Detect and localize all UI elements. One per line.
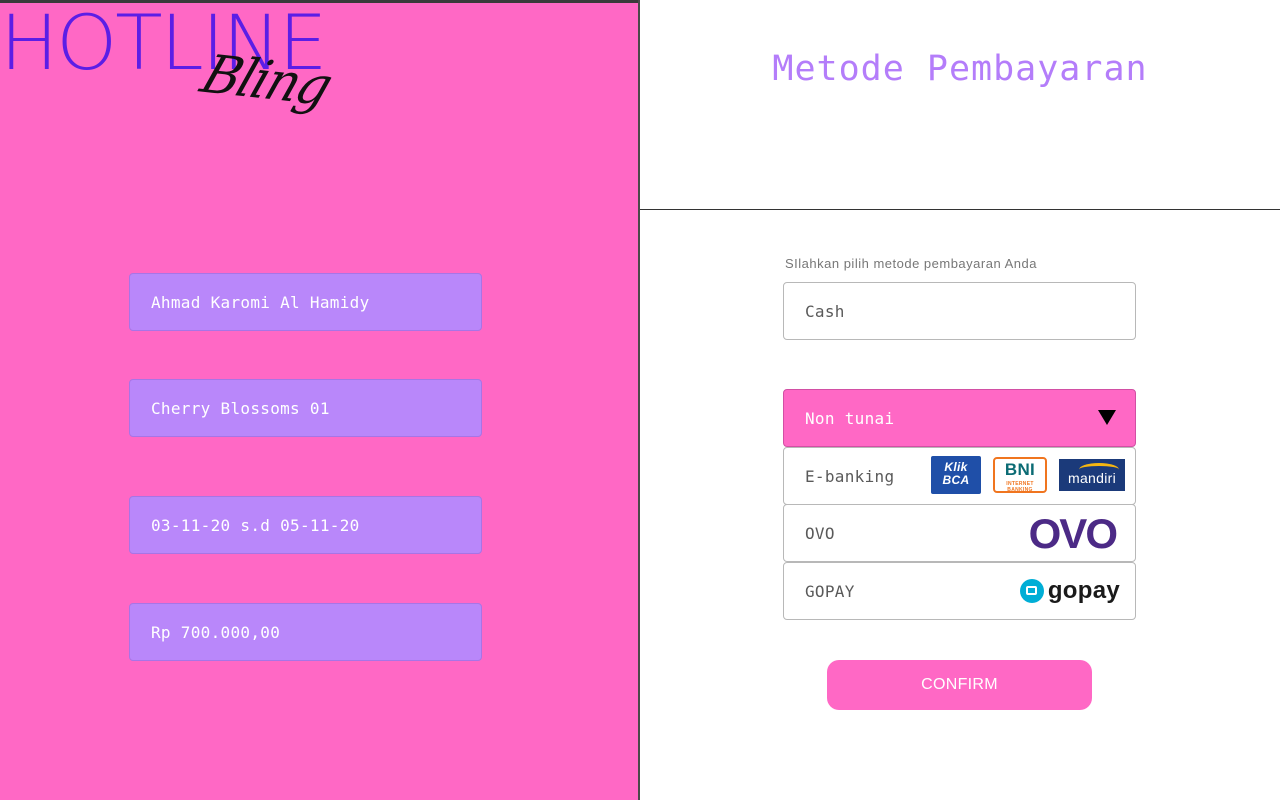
wallet-icon xyxy=(1019,579,1044,603)
noncash-dropdown[interactable]: Non tunai xyxy=(783,389,1136,447)
cash-option-label: Cash xyxy=(805,301,845,321)
booking-panel: HOTLINE Bling Ahmad Karomi Al Hamidy Che… xyxy=(0,0,638,800)
mandiri-logo: mandiri xyxy=(1059,459,1125,491)
bni-logo: BNI INTERNET BANKING xyxy=(993,457,1047,493)
date-range-field: 03-11-20 s.d 05-11-20 xyxy=(129,496,482,554)
room-field: Cherry Blossoms 01 xyxy=(129,379,482,437)
confirm-button[interactable]: CONFIRM xyxy=(827,660,1092,710)
guest-name-value: Ahmad Karomi Al Hamidy xyxy=(151,292,370,312)
noncash-dropdown-label: Non tunai xyxy=(805,408,895,428)
payment-instruction: SIlahkan pilih metode pembayaran Anda xyxy=(785,256,1037,271)
klikbca-logo: Klik BCA xyxy=(931,456,981,494)
room-value: Cherry Blossoms 01 xyxy=(151,398,330,418)
ovo-option[interactable]: OVO OVO xyxy=(783,504,1136,562)
ovo-option-label: OVO xyxy=(805,523,835,543)
header-divider xyxy=(640,209,1280,210)
price-field: Rp 700.000,00 xyxy=(129,603,482,661)
page-title: Metode Pembayaran xyxy=(772,49,1148,89)
gopay-logo: gopay xyxy=(1019,579,1120,603)
gopay-option[interactable]: GOPAY gopay xyxy=(783,562,1136,620)
ebanking-option[interactable]: E-banking Klik BCA BNI INTERNET BANKING … xyxy=(783,447,1136,505)
bank-logos: Klik BCA BNI INTERNET BANKING mandiri xyxy=(931,456,1125,494)
ebanking-option-label: E-banking xyxy=(805,466,895,486)
brand-script-logo: Bling xyxy=(193,44,339,118)
caret-down-icon xyxy=(1098,410,1116,425)
price-value: Rp 700.000,00 xyxy=(151,622,281,642)
cash-option[interactable]: Cash xyxy=(783,282,1136,340)
date-range-value: 03-11-20 s.d 05-11-20 xyxy=(151,515,360,535)
gopay-option-label: GOPAY xyxy=(805,581,855,601)
guest-name-field: Ahmad Karomi Al Hamidy xyxy=(129,273,482,331)
panel-divider xyxy=(638,0,640,800)
ovo-logo: OVO xyxy=(1028,510,1118,557)
